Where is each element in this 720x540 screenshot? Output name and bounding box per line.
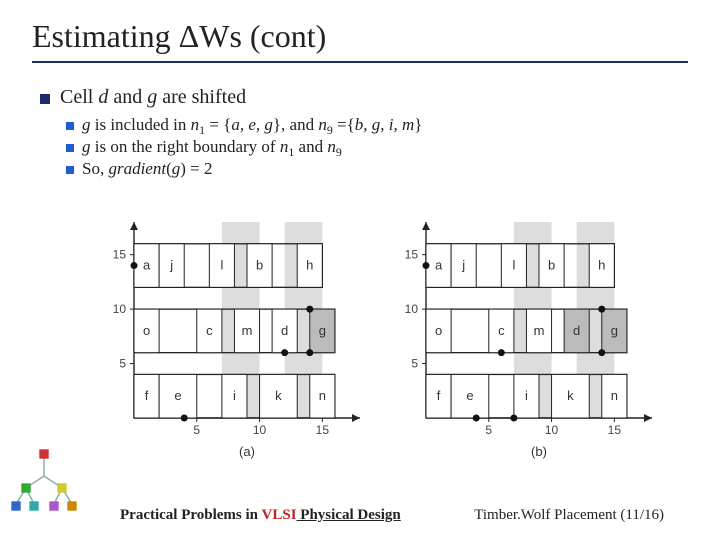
svg-text:15: 15 <box>113 248 127 262</box>
square-bullet-icon <box>66 122 74 130</box>
svg-text:15: 15 <box>608 423 622 437</box>
svg-text:o: o <box>143 323 150 338</box>
svg-text:h: h <box>306 258 313 273</box>
svg-text:m: m <box>534 323 545 338</box>
tree-decoration-icon <box>4 446 84 526</box>
svg-text:b: b <box>256 258 263 273</box>
svg-text:10: 10 <box>405 302 419 316</box>
svg-text:5: 5 <box>119 357 126 371</box>
svg-text:f: f <box>437 388 441 403</box>
body-content: Cell d and g are shifted g is included i… <box>40 86 680 181</box>
svg-text:a: a <box>143 258 151 273</box>
footer: Practical Problems in VLSI Physical Desi… <box>0 507 720 524</box>
svg-text:c: c <box>498 323 505 338</box>
square-bullet-icon <box>66 166 74 174</box>
svg-text:5: 5 <box>193 423 200 437</box>
svg-text:j: j <box>169 258 173 273</box>
svg-text:n: n <box>319 388 326 403</box>
sub-bullet-list: g is included in n1 = {a, e, g}, and n9 … <box>66 115 680 179</box>
svg-text:a: a <box>435 258 443 273</box>
svg-text:j: j <box>461 258 465 273</box>
diagram-b: 5 10 15 5 10 15 a j l b h o c m d g f e i k n (b) <box>392 208 662 464</box>
diagram-a-svg: 5 10 15 5 10 15 a j l b h o c m d g f e i k n (a) <box>100 208 370 464</box>
svg-text:15: 15 <box>316 423 330 437</box>
footer-right: Timber.Wolf Placement (11/16) <box>474 507 664 524</box>
sub-bullet-1: g is included in n1 = {a, e, g}, and n9 … <box>66 115 680 135</box>
svg-text:e: e <box>174 388 181 403</box>
svg-text:10: 10 <box>113 302 127 316</box>
footer-left: Practical Problems in VLSI Physical Desi… <box>120 507 401 524</box>
svg-text:d: d <box>281 323 288 338</box>
svg-text:5: 5 <box>485 423 492 437</box>
svg-text:o: o <box>435 323 442 338</box>
diagram-a: 5 10 15 5 10 15 a j l b h o c m d g f e i k n (a) <box>100 208 370 464</box>
svg-text:l: l <box>220 258 223 273</box>
svg-text:i: i <box>525 388 528 403</box>
svg-text:k: k <box>567 388 574 403</box>
svg-text:c: c <box>206 323 213 338</box>
svg-text:e: e <box>466 388 473 403</box>
svg-text:g: g <box>611 323 618 338</box>
sub-bullet-2: g is on the right boundary of n1 and n9 <box>66 137 680 157</box>
svg-text:(a): (a) <box>239 444 255 459</box>
svg-text:f: f <box>145 388 149 403</box>
svg-text:d: d <box>573 323 580 338</box>
svg-text:g: g <box>319 323 326 338</box>
main-bullet: Cell d and g are shifted <box>40 86 680 109</box>
svg-text:i: i <box>233 388 236 403</box>
square-bullet-icon <box>40 94 50 104</box>
svg-text:h: h <box>598 258 605 273</box>
main-bullet-text: Cell d and g are shifted <box>60 86 246 109</box>
svg-text:10: 10 <box>545 423 559 437</box>
svg-text:10: 10 <box>253 423 267 437</box>
svg-text:n: n <box>611 388 618 403</box>
square-bullet-icon <box>66 144 74 152</box>
svg-text:m: m <box>242 323 253 338</box>
slide-title: Estimating ΔWs (cont) <box>32 18 688 63</box>
sub-bullet-3: So, gradient(g) = 2 <box>66 159 680 179</box>
svg-text:l: l <box>512 258 515 273</box>
diagram-b-svg: 5 10 15 5 10 15 a j l b h o c m d g f e i k n (b) <box>392 208 662 464</box>
svg-text:5: 5 <box>411 357 418 371</box>
svg-text:(b): (b) <box>531 444 547 459</box>
svg-text:k: k <box>275 388 282 403</box>
svg-text:b: b <box>548 258 555 273</box>
svg-text:15: 15 <box>405 248 419 262</box>
diagram-pair: 5 10 15 5 10 15 a j l b h o c m d g f e i k n (a) 5 10 15 5 10 15 a… <box>100 208 660 464</box>
